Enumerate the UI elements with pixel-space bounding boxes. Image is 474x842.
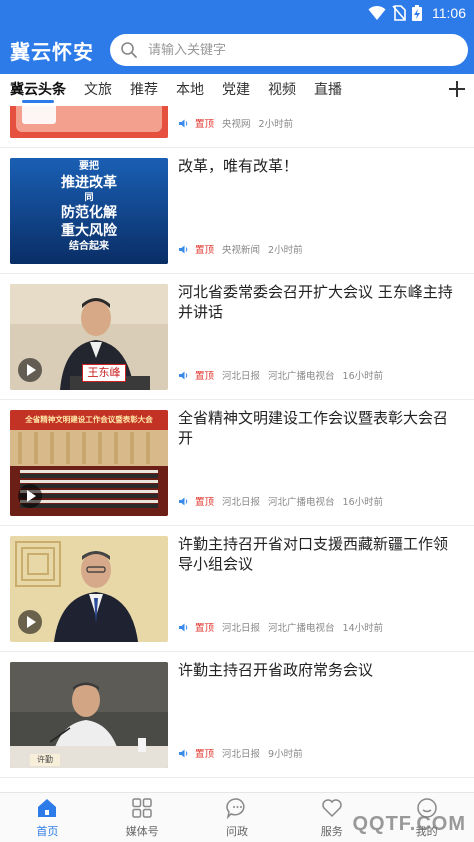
thumbnail-caption: 同 [84, 193, 94, 203]
news-source: 央视新闻 [222, 245, 261, 256]
search-bar[interactable] [110, 34, 468, 66]
news-meta: 置顶 河北日报 河北广播电视台 16小时前 [178, 368, 383, 382]
news-meta: 置顶 央视新闻 2小时前 [178, 242, 303, 256]
news-item[interactable]: 许勤主持召开省对口支援西藏新疆工作领导小组会议 置顶 河北日报 河北广播电视台 … [0, 526, 474, 652]
pinned-badge: 置顶 [195, 371, 215, 382]
thumbnail-caption: 防范化解 [61, 205, 117, 221]
news-item[interactable]: 要把 推进改革 同 防范化解 重大风险 结合起来 改革，唯有改革！ 置顶 央视新… [0, 148, 474, 274]
news-source: 河北广播电视台 [268, 371, 335, 382]
chat-bubble-icon [226, 798, 245, 820]
tab-video[interactable]: 视频 [268, 74, 296, 106]
thumbnail-banner: 全省精神文明建设工作会议暨表彰大会 [25, 415, 153, 424]
thumbnail-caption: 重大风险 [61, 223, 117, 239]
news-source: 河北日报 [222, 749, 261, 760]
speaker-icon[interactable] [178, 622, 189, 633]
news-thumbnail-graphic [10, 662, 168, 768]
nav-label: 媒体号 [125, 825, 159, 838]
nameplate: 王东峰 [82, 364, 126, 382]
play-icon[interactable] [18, 484, 42, 508]
speaker-icon[interactable] [178, 118, 189, 129]
news-title[interactable]: 改革，唯有改革！ [178, 156, 462, 176]
battery-charging-icon [412, 5, 422, 21]
news-time: 9小时前 [268, 749, 303, 760]
news-source: 河北日报 [222, 371, 261, 382]
no-sim-icon [392, 5, 406, 21]
tab-headlines[interactable]: 冀云头条 [10, 74, 66, 106]
thumbnail-caption: 要把 [79, 161, 99, 172]
channel-tabs: 冀云头条 文旅 推荐 本地 党建 视频 直播 [0, 74, 474, 106]
nav-label: 首页 [36, 825, 59, 838]
news-thumbnail [10, 106, 168, 138]
pinned-badge: 置顶 [195, 245, 215, 256]
search-input[interactable] [148, 42, 428, 58]
news-source: 河北广播电视台 [268, 497, 335, 508]
news-time: 16小时前 [342, 371, 384, 382]
speaker-icon[interactable] [178, 748, 189, 759]
wifi-icon [368, 5, 386, 20]
play-icon[interactable] [18, 358, 42, 382]
news-thumbnail-graphic [10, 106, 168, 138]
status-bar: 11:06 [0, 0, 474, 26]
news-time: 16小时前 [342, 497, 384, 508]
app-header: 冀云怀安 [0, 26, 474, 74]
status-time: 11:06 [432, 5, 466, 21]
grid-icon [132, 798, 152, 818]
speaker-icon[interactable] [178, 370, 189, 381]
news-item[interactable]: 置顶 央视网 2小时前 [0, 106, 474, 148]
nameplate: 许勤 [30, 754, 60, 766]
news-source: 河北日报 [222, 497, 261, 508]
nav-label: 问政 [225, 825, 248, 838]
heart-icon [322, 799, 342, 818]
news-meta: 置顶 央视网 2小时前 [178, 116, 293, 130]
tab-local[interactable]: 本地 [176, 74, 204, 106]
home-icon [38, 799, 57, 817]
news-title[interactable]: 许勤主持召开省对口支援西藏新疆工作领导小组会议 [178, 534, 462, 574]
news-time: 2小时前 [258, 119, 294, 130]
news-meta: 置顶 河北日报 河北广播电视台 16小时前 [178, 494, 383, 508]
nav-inquiry[interactable]: 问政 [190, 793, 285, 842]
pinned-badge: 置顶 [195, 497, 215, 508]
news-meta: 置顶 河北日报 9小时前 [178, 746, 303, 760]
news-thumbnail: 王东峰 [10, 284, 168, 390]
nav-home[interactable]: 首页 [0, 793, 95, 842]
status-icons: 11:06 [368, 3, 466, 23]
search-icon [121, 42, 137, 58]
app-title: 冀云怀安 [10, 39, 94, 64]
tab-live[interactable]: 直播 [314, 74, 342, 106]
news-title[interactable]: 许勤主持召开省政府常务会议 [178, 660, 462, 680]
news-time: 14小时前 [342, 623, 384, 634]
tab-party-building[interactable]: 党建 [222, 74, 250, 106]
tab-recommended[interactable]: 推荐 [130, 74, 158, 106]
news-title[interactable]: 河北省委常委会召开扩大会议 王东峰主持并讲话 [178, 282, 462, 322]
news-thumbnail: 许勤 [10, 662, 168, 768]
pinned-badge: 置顶 [195, 623, 215, 634]
watermark: QQTF.COM [352, 813, 466, 835]
speaker-icon[interactable] [178, 244, 189, 255]
nav-media[interactable]: 媒体号 [95, 793, 190, 842]
news-title[interactable]: 全省精神文明建设工作会议暨表彰大会召开 [178, 408, 462, 448]
news-item[interactable]: 许勤 许勤主持召开省政府常务会议 置顶 河北日报 9小时前 [0, 652, 474, 778]
news-feed: 置顶 央视网 2小时前 要把 推进改革 同 防范化解 重大风险 结合起来 改革，… [0, 106, 474, 792]
news-source: 河北广播电视台 [268, 623, 335, 634]
tab-culture-tourism[interactable]: 文旅 [84, 74, 112, 106]
news-thumbnail: 要把 推进改革 同 防范化解 重大风险 结合起来 [10, 158, 168, 264]
speaker-icon[interactable] [178, 496, 189, 507]
plus-icon[interactable] [444, 76, 470, 102]
news-thumbnail [10, 536, 168, 642]
nav-label: 服务 [320, 825, 343, 838]
news-thumbnail: 全省精神文明建设工作会议暨表彰大会 [10, 410, 168, 516]
pinned-badge: 置顶 [195, 749, 215, 760]
news-item[interactable]: 全省精神文明建设工作会议暨表彰大会 全省精神文明建设工作会议暨表彰大会召开 置顶… [0, 400, 474, 526]
news-source: 央视网 [222, 119, 251, 130]
news-meta: 置顶 河北日报 河北广播电视台 14小时前 [178, 620, 383, 634]
news-time: 2小时前 [268, 245, 303, 256]
thumbnail-caption: 推进改革 [61, 175, 117, 191]
thumbnail-caption: 结合起来 [69, 241, 109, 252]
news-item[interactable]: 王东峰 河北省委常委会召开扩大会议 王东峰主持并讲话 置顶 河北日报 河北广播电… [0, 274, 474, 400]
pinned-badge: 置顶 [195, 119, 215, 130]
news-source: 河北日报 [222, 623, 261, 634]
play-icon[interactable] [18, 610, 42, 634]
